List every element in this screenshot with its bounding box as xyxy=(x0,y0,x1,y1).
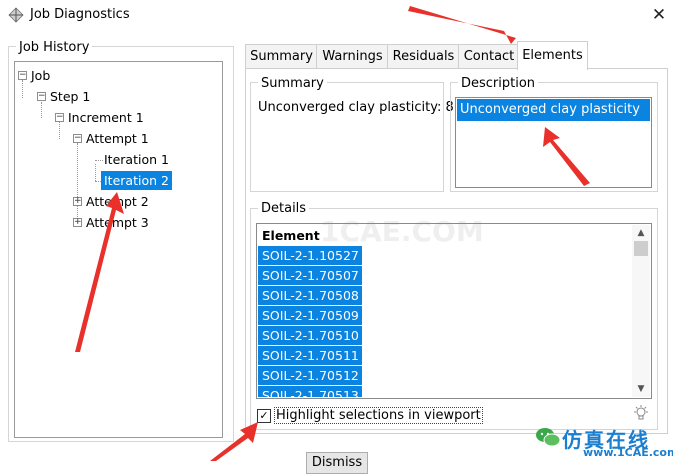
tab-contact[interactable]: Contact xyxy=(458,44,520,69)
tree-item-attempt-3[interactable]: Attempt 3 xyxy=(86,213,149,232)
tab-warnings[interactable]: Warnings xyxy=(316,44,389,69)
tree-item-attempt-2[interactable]: Attempt 2 xyxy=(86,192,149,211)
table-row[interactable]: SOIL-2-1.70510 xyxy=(258,326,362,345)
tree-line xyxy=(77,143,78,223)
window-title: Job Diagnostics xyxy=(30,7,130,22)
summary-legend: Summary xyxy=(258,76,327,91)
table-row[interactable]: SOIL-2-1.70507 xyxy=(258,266,362,285)
collapse-icon[interactable]: − xyxy=(37,92,46,101)
job-history-legend: Job History xyxy=(16,40,93,55)
table-row[interactable]: SOIL-2-1.70511 xyxy=(258,346,362,365)
wechat-icon xyxy=(536,428,561,447)
lightbulb-icon[interactable] xyxy=(633,405,649,423)
details-legend: Details xyxy=(258,201,310,216)
column-header-element[interactable]: Element xyxy=(258,226,320,245)
dismiss-button[interactable]: Dismiss xyxy=(306,452,368,474)
tree-item-step[interactable]: Step 1 xyxy=(50,87,90,106)
tree-item-iteration-1[interactable]: Iteration 1 xyxy=(104,150,169,169)
tree-item-iteration-2[interactable]: Iteration 2 xyxy=(101,171,172,190)
tree-line xyxy=(41,102,42,118)
summary-text: Unconverged clay plasticity: 81 xyxy=(258,100,463,115)
tree-item-job[interactable]: Job xyxy=(31,66,50,85)
tree-line xyxy=(59,122,60,139)
tree-line xyxy=(95,164,96,181)
tree-line xyxy=(95,160,103,161)
watermark-text: 1CAE.COM xyxy=(320,215,484,248)
watermark-url: www.1CAE.com xyxy=(583,446,673,459)
highlight-checkbox[interactable]: ✓ xyxy=(257,409,271,423)
abaqus-icon xyxy=(8,7,24,23)
expand-icon[interactable]: + xyxy=(73,218,82,227)
scroll-up-icon[interactable]: ▲ xyxy=(632,225,650,241)
tree-item-attempt-1[interactable]: Attempt 1 xyxy=(86,129,149,148)
table-row[interactable]: SOIL-2-1.70513 xyxy=(258,386,362,397)
tab-elements[interactable]: Elements xyxy=(517,41,588,70)
tree-line xyxy=(22,80,23,98)
table-row[interactable]: SOIL-2-1.70508 xyxy=(258,286,362,305)
collapse-icon[interactable]: − xyxy=(18,71,27,80)
expand-icon[interactable]: + xyxy=(73,197,82,206)
scroll-thumb[interactable] xyxy=(634,241,648,256)
summary-group xyxy=(250,82,444,192)
close-button[interactable]: ✕ xyxy=(645,2,673,28)
tab-summary[interactable]: Summary xyxy=(245,44,318,69)
table-row[interactable]: SOIL-2-1.10527 xyxy=(258,246,362,265)
table-row[interactable]: SOIL-2-1.70512 xyxy=(258,366,362,385)
tab-residuals[interactable]: Residuals xyxy=(387,44,460,69)
highlight-checkbox-label[interactable]: Highlight selections in viewport xyxy=(274,407,483,424)
description-legend: Description xyxy=(458,76,539,91)
description-item[interactable]: Unconverged clay plasticity xyxy=(457,99,650,121)
tree-item-increment[interactable]: Increment 1 xyxy=(68,108,144,127)
collapse-icon[interactable]: − xyxy=(55,113,64,122)
table-row[interactable]: SOIL-2-1.70509 xyxy=(258,306,362,325)
collapse-icon[interactable]: − xyxy=(73,134,82,143)
scroll-down-icon[interactable]: ▼ xyxy=(632,381,650,397)
